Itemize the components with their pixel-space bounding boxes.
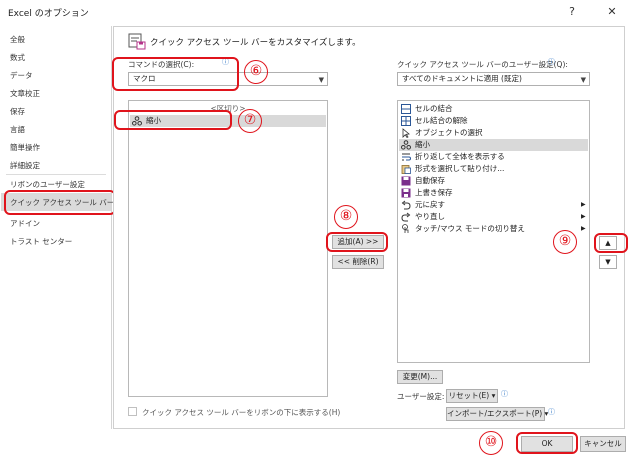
list-item-redo[interactable]: やり直し ▶ [399,211,588,223]
list-item-merge-cells[interactable]: セルの結合 [399,103,588,115]
customize-qat-dropdown[interactable]: すべてのドキュメントに適用 (既定) ▼ [397,72,590,86]
chevron-down-icon: ▼ [318,76,324,84]
nav-item-advanced[interactable]: 詳細設定 [10,160,40,171]
options-nav: 全般 数式 データ 文章校正 保存 言語 簡単操作 詳細設定 リボンのユーザー設… [0,26,114,429]
chevron-right-icon: ▶ [581,213,586,220]
undo-icon [401,200,411,210]
nav-item-language[interactable]: 言語 [10,124,25,135]
reset-button[interactable]: リセット(E) ▾ [446,389,498,403]
touch-mode-icon [401,224,411,234]
highlight-shrink-item [114,110,232,130]
wrap-text-icon [401,152,412,162]
save-icon [401,188,411,198]
modify-button[interactable]: 変更(M)... [397,370,443,384]
user-settings-label: ユーザー設定: [397,392,445,401]
annotation-9: ⑨ [553,230,577,254]
nav-item-addins[interactable]: アドイン [10,218,40,229]
annotation-7: ⑦ [238,109,262,133]
nav-item-data[interactable]: データ [10,70,33,81]
show-below-ribbon-label: クイック アクセス ツール バーをリボンの下に表示する(H) [142,408,341,417]
info-icon: ⓘ [548,408,555,416]
chevron-down-icon: ▼ [580,76,586,84]
merge-cells-icon [401,104,411,114]
highlight-commands-dropdown [112,57,239,91]
list-item-paste-special[interactable]: 形式を選択して貼り付け... [399,163,588,175]
page-heading: クイック アクセス ツール バーをカスタマイズします。 [150,38,361,48]
nav-item-customize-ribbon[interactable]: リボンのユーザー設定 [10,179,85,190]
list-item-shrink[interactable]: 縮小 [399,139,588,151]
list-item-undo[interactable]: 元に戻す ▶ [399,199,588,211]
available-commands-list[interactable]: <区切り> 縮小 [128,100,328,397]
select-objects-icon [401,128,411,139]
customize-qat-label: クイック アクセス ツール バーのユーザー設定(Q): [397,60,568,69]
show-below-ribbon-checkbox[interactable] [128,407,137,416]
annotation-6: ⑥ [244,60,268,84]
help-button[interactable]: ? [563,3,581,21]
highlight-add-button [326,232,388,252]
nav-item-general[interactable]: 全般 [10,34,25,45]
info-icon: ⓘ [501,390,508,398]
paste-special-icon [401,164,411,174]
import-export-button[interactable]: インポート/エクスポート(P) ▾ [446,407,548,421]
customize-qat-value: すべてのドキュメントに適用 (既定) [402,74,522,83]
nav-item-proofing[interactable]: 文章校正 [10,88,40,99]
quick-access-toolbar-icon [128,32,146,50]
highlight-ok-button [516,432,578,454]
list-item-unmerge-cells[interactable]: セル結合の解除 [399,115,588,127]
nav-separator [6,174,106,175]
macro-icon [401,140,411,150]
chevron-right-icon: ▶ [581,225,586,232]
redo-icon [401,212,411,222]
annotation-10: ⑩ [479,431,503,455]
unmerge-cells-icon [401,116,411,126]
annotation-8: ⑧ [334,205,358,229]
cancel-button[interactable]: キャンセル [580,436,626,452]
highlight-nav-qat [4,190,116,215]
chevron-right-icon: ▶ [581,201,586,208]
info-icon: ⓘ [548,58,555,66]
list-item-save[interactable]: 上書き保存 [399,187,588,199]
chevron-down-icon: ▼ [605,258,611,266]
title-bar [0,0,631,26]
list-item-autosave[interactable]: 自動保存 [399,175,588,187]
nav-item-save[interactable]: 保存 [10,106,25,117]
highlight-move-up [594,233,628,253]
remove-button[interactable]: << 削除(R) [332,255,384,269]
autosave-icon [401,176,411,186]
list-item-wrap-text[interactable]: 折り返して全体を表示する [399,151,588,163]
list-item-select-objects[interactable]: オブジェクトの選択 [399,127,588,139]
nav-item-accessibility[interactable]: 簡単操作 [10,142,40,153]
window-title: Excel のオプション [8,9,89,19]
close-button[interactable]: ✕ [603,3,621,21]
move-down-button[interactable]: ▼ [599,255,617,269]
nav-item-trust-center[interactable]: トラスト センター [10,236,72,247]
nav-item-formulas[interactable]: 数式 [10,52,25,63]
